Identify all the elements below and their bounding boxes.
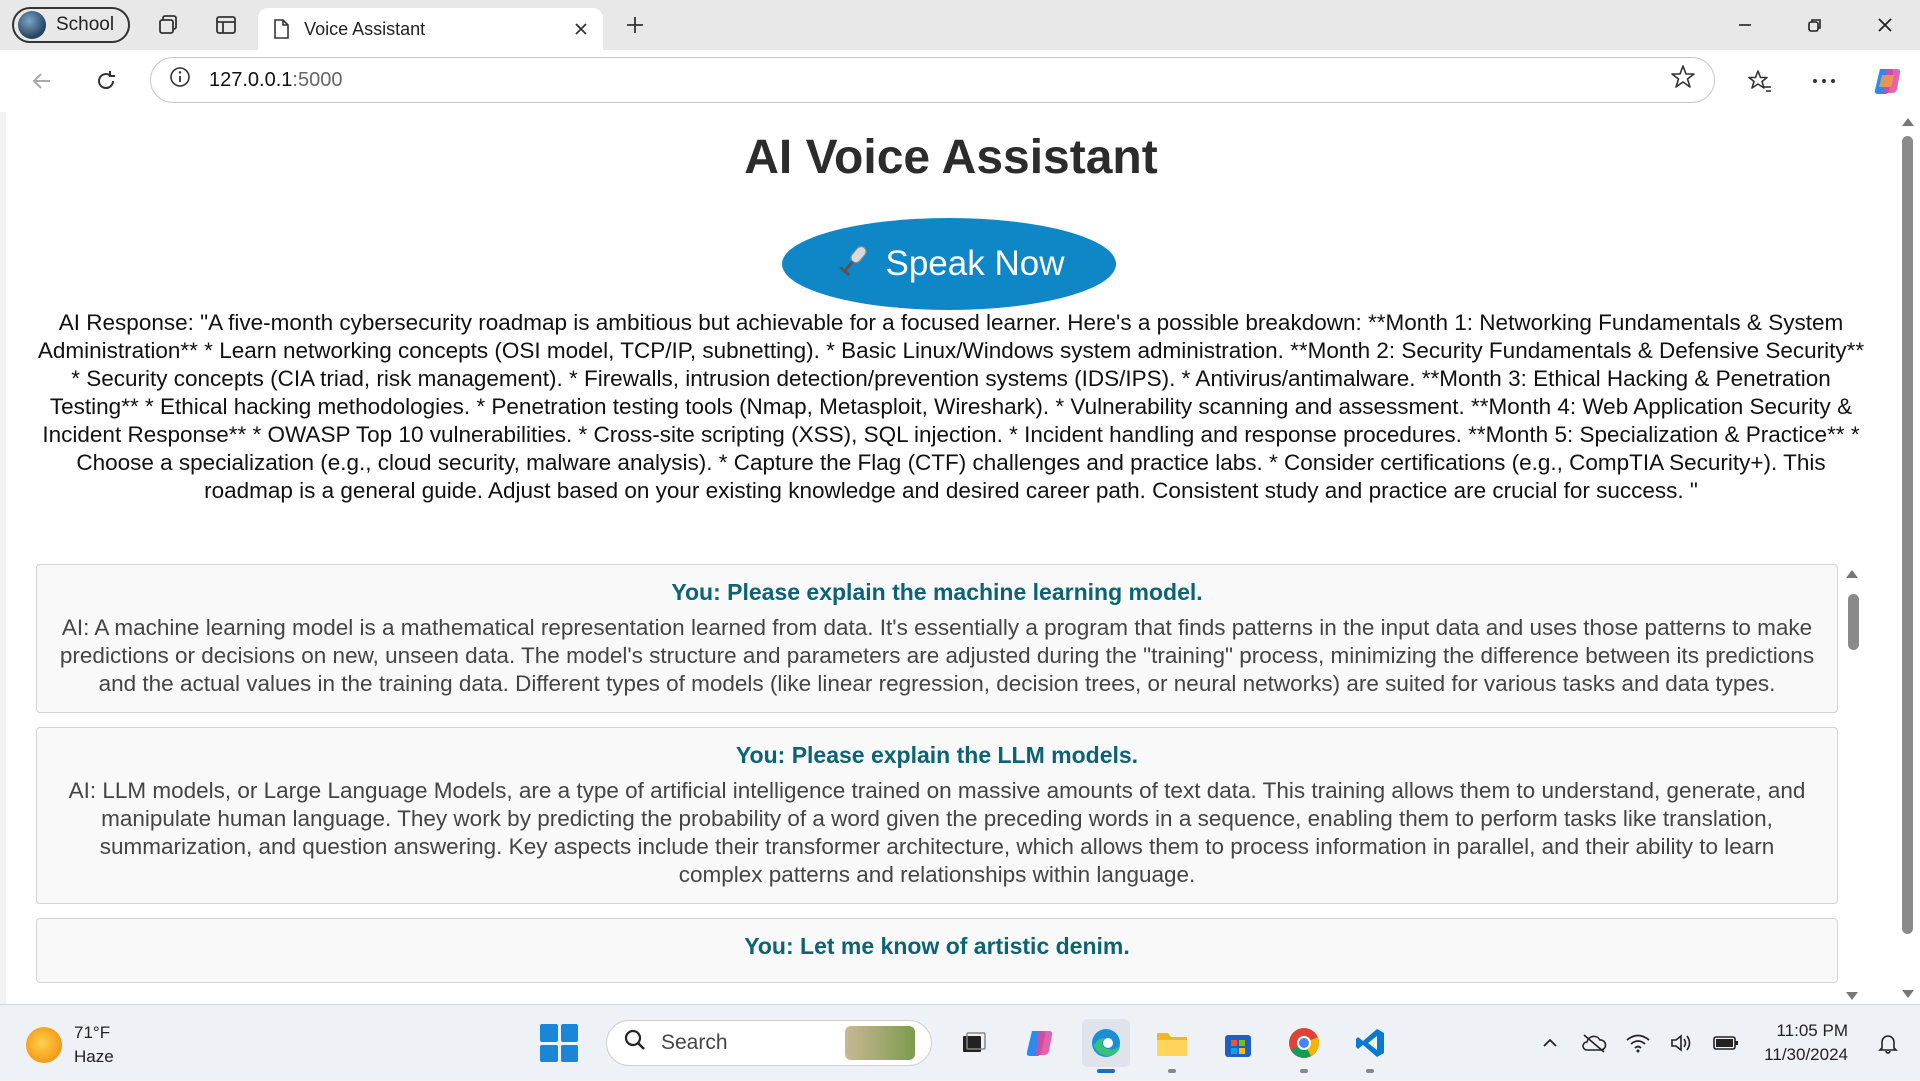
- minimize-icon[interactable]: [1710, 0, 1780, 50]
- weather-widget[interactable]: 71°F Haze: [26, 1021, 114, 1069]
- microphone-icon: [834, 240, 874, 289]
- clock-time: 11:05 PM: [1776, 1021, 1848, 1040]
- close-icon[interactable]: [571, 19, 591, 39]
- favorites-icon[interactable]: [1728, 50, 1792, 112]
- user-question: You: Please explain the machine learning…: [671, 579, 1203, 605]
- window-close-icon[interactable]: [1850, 0, 1920, 50]
- weather-haze-icon: [26, 1027, 62, 1063]
- user-question: You: Let me know of artistic denim.: [744, 933, 1130, 959]
- conversation-item: You: Please explain the LLM models. AI: …: [36, 727, 1838, 904]
- copilot-icon[interactable]: [1856, 50, 1920, 112]
- speak-now-button[interactable]: Speak Now: [782, 218, 1116, 310]
- search-highlight-image: [845, 1026, 915, 1060]
- browser-titlebar: School Voice Assistant: [0, 0, 1920, 50]
- taskbar-search[interactable]: Search: [606, 1020, 932, 1066]
- page-icon: [270, 18, 292, 40]
- conversation-item: You: Let me know of artistic denim.: [36, 918, 1838, 983]
- volume-icon[interactable]: [1664, 1025, 1700, 1061]
- wifi-icon[interactable]: [1620, 1025, 1656, 1061]
- vscode-icon[interactable]: [1346, 1019, 1394, 1073]
- tab-actions-icon[interactable]: [206, 5, 246, 45]
- ai-answer: AI: A machine learning model is a mathem…: [59, 615, 1815, 696]
- bell-icon[interactable]: [1870, 1025, 1906, 1061]
- star-icon[interactable]: [1670, 64, 1696, 96]
- back-icon[interactable]: [20, 59, 64, 103]
- url-host: 127.0.0.1: [209, 68, 293, 91]
- weather-temp: 71°F: [74, 1023, 111, 1042]
- conversation-scrollbar-thumb[interactable]: [1848, 594, 1859, 650]
- page-scrollbar[interactable]: [1896, 112, 1920, 1004]
- restore-icon[interactable]: [1780, 0, 1850, 50]
- conversation-history[interactable]: You: Please explain the machine learning…: [36, 564, 1866, 1004]
- more-icon[interactable]: [1792, 50, 1856, 112]
- page-viewport: AI Voice Assistant Speak Now AI Response…: [6, 112, 1896, 1004]
- battery-icon[interactable]: [1708, 1025, 1744, 1061]
- edge-icon[interactable]: [1082, 1019, 1130, 1073]
- ai-answer: AI: LLM models, or Large Language Models…: [68, 778, 1806, 887]
- profile-label: School: [56, 14, 115, 35]
- clock-date: 11/30/2024: [1764, 1045, 1848, 1064]
- address-bar[interactable]: 127.0.0.1:5000: [150, 57, 1715, 103]
- copilot-icon[interactable]: [1016, 1019, 1064, 1067]
- workspaces-icon[interactable]: [148, 5, 188, 45]
- refresh-icon[interactable]: [84, 59, 128, 103]
- browser-toolbar: 127.0.0.1:5000: [0, 50, 1920, 112]
- avatar: [18, 11, 46, 39]
- file-explorer-icon[interactable]: [1148, 1019, 1196, 1073]
- chrome-icon[interactable]: [1280, 1019, 1328, 1073]
- profile-button[interactable]: School: [12, 7, 131, 43]
- weather-desc: Haze: [74, 1047, 114, 1066]
- windows-taskbar: 71°F Haze Search 11:05 PM 11/30/2024: [0, 1004, 1920, 1080]
- conversation-scrollbar[interactable]: [1840, 564, 1866, 1004]
- cloud-offline-icon[interactable]: [1576, 1025, 1612, 1061]
- tab-title: Voice Assistant: [304, 18, 426, 39]
- page-title: AI Voice Assistant: [744, 131, 1158, 184]
- chevron-up-icon[interactable]: [1532, 1025, 1568, 1061]
- ai-response-text: AI Response: "A five-month cybersecurity…: [37, 310, 1865, 503]
- task-view-icon[interactable]: [950, 1019, 998, 1067]
- speak-now-label: Speak Now: [885, 244, 1065, 283]
- system-clock[interactable]: 11:05 PM 11/30/2024: [1764, 1019, 1848, 1067]
- conversation-item: You: Please explain the machine learning…: [36, 564, 1838, 713]
- windows-start-icon[interactable]: [540, 1024, 578, 1062]
- plus-icon[interactable]: [615, 5, 655, 45]
- tab-voice-assistant[interactable]: Voice Assistant: [258, 8, 604, 50]
- search-label: Search: [661, 1031, 728, 1054]
- search-icon: [623, 1028, 647, 1058]
- user-question: You: Please explain the LLM models.: [735, 742, 1139, 768]
- page-scrollbar-thumb[interactable]: [1902, 136, 1913, 934]
- info-icon[interactable]: [169, 66, 191, 94]
- url-port: :5000: [292, 68, 343, 91]
- store-icon[interactable]: [1214, 1019, 1262, 1067]
